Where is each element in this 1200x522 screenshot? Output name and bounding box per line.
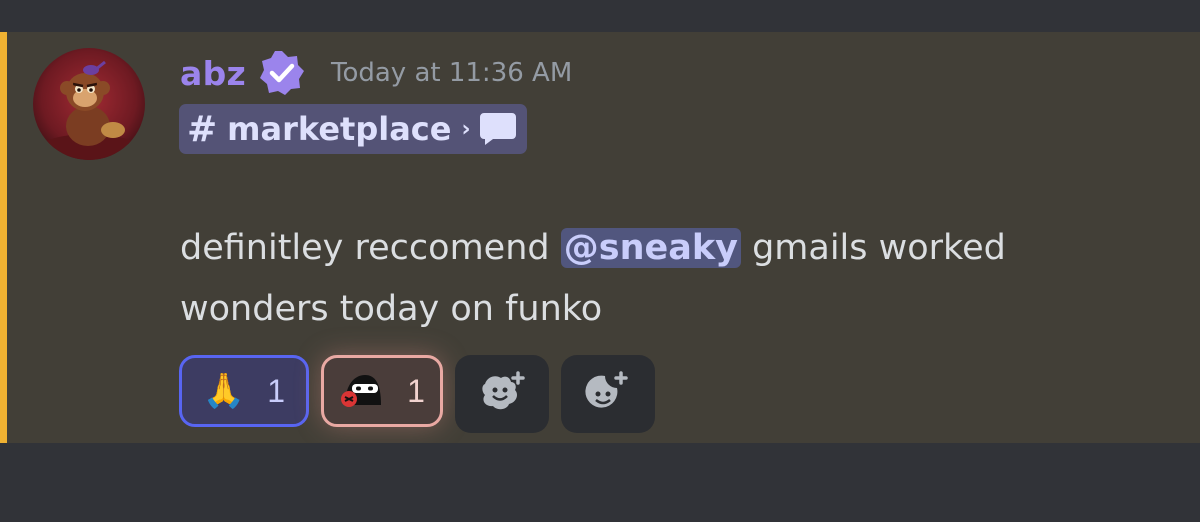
- add-super-reaction-icon: [477, 370, 527, 418]
- chat-area-top: [0, 0, 1200, 32]
- message-text: definitley reccomend: [180, 228, 561, 268]
- ninja-emoji-icon: [339, 369, 385, 413]
- channel-name: marketplace: [227, 110, 452, 148]
- mention-highlight-bar: [0, 32, 7, 443]
- channel-link[interactable]: # marketplace ›: [179, 104, 527, 154]
- channel-hash-icon: #: [187, 108, 218, 150]
- verified-badge-icon: [259, 50, 305, 96]
- speech-bubble-icon: [479, 111, 517, 147]
- add-super-reaction-button[interactable]: [455, 355, 549, 433]
- user-mention[interactable]: @sneaky: [560, 228, 741, 268]
- add-reaction-button[interactable]: [561, 355, 655, 433]
- chat-area-bottom: [0, 443, 1200, 522]
- chevron-right-icon: ›: [461, 116, 471, 142]
- folded-hands-emoji: 🙏: [202, 371, 246, 411]
- reaction-count: 1: [407, 372, 425, 409]
- reaction-pray[interactable]: 🙏 1: [179, 355, 309, 427]
- avatar[interactable]: [33, 48, 145, 160]
- reactions-bar: 🙏 1 1: [179, 355, 655, 433]
- timestamp[interactable]: Today at 11:36 AM: [331, 58, 572, 88]
- message-item[interactable]: abz Today at 11:36 AM # marketplace › de…: [0, 32, 1200, 443]
- username[interactable]: abz: [180, 54, 246, 93]
- reaction-ninja[interactable]: 1: [321, 355, 443, 427]
- add-reaction-icon: [583, 370, 633, 418]
- reaction-count: 1: [267, 372, 286, 409]
- message-content: definitley reccomend @sneaky gmails work…: [180, 218, 1160, 340]
- message-header: abz Today at 11:36 AM: [180, 50, 572, 96]
